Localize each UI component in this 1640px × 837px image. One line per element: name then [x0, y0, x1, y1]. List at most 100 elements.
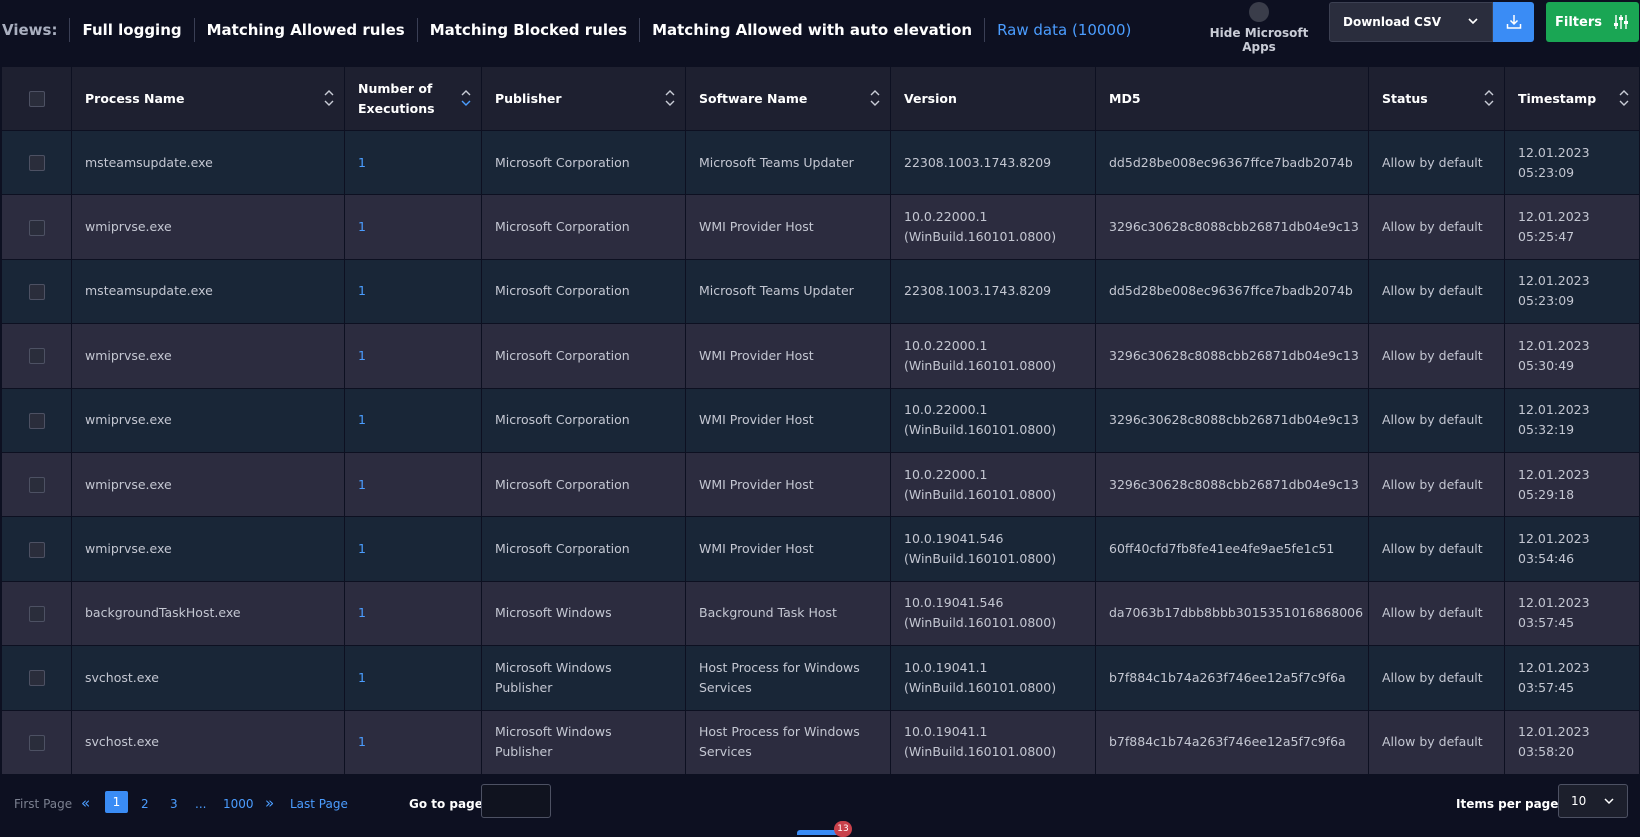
- column-header-publisher[interactable]: Publisher: [481, 66, 686, 131]
- column-header-process-name[interactable]: Process Name: [71, 66, 345, 131]
- table-row[interactable]: wmiprvse.exe 1 Microsoft Corporation WMI…: [1, 451, 1640, 518]
- view-tab-full-logging[interactable]: Full logging: [69, 18, 193, 42]
- process-name-cell: wmiprvse.exe: [71, 194, 345, 260]
- column-header-number-of-executions[interactable]: Number of Executions: [344, 66, 482, 131]
- executions-link[interactable]: 1: [344, 194, 482, 260]
- process-name-cell: wmiprvse.exe: [71, 516, 345, 582]
- top-bar: Views: Full logging Matching Allowed rul…: [0, 0, 1640, 62]
- row-checkbox[interactable]: [28, 541, 45, 558]
- items-per-page-label: Items per page:: [1456, 797, 1564, 811]
- table-row[interactable]: svchost.exe 1 Microsoft Windows Publishe…: [1, 709, 1640, 775]
- publisher-cell: Microsoft Corporation: [481, 129, 686, 196]
- table-header-row: Process Name Number of Executions Publis…: [1, 66, 1640, 131]
- executions-link[interactable]: 1: [344, 129, 482, 196]
- view-tab-matching-allowed[interactable]: Matching Allowed rules: [193, 18, 417, 42]
- table-row[interactable]: msteamsupdate.exe 1 Microsoft Corporatio…: [1, 258, 1640, 325]
- process-name-cell: wmiprvse.exe: [71, 323, 345, 389]
- table-row[interactable]: msteamsupdate.exe 1 Microsoft Corporatio…: [1, 129, 1640, 196]
- table-row[interactable]: backgroundTaskHost.exe 1 Microsoft Windo…: [1, 580, 1640, 647]
- executions-link[interactable]: 1: [344, 258, 482, 325]
- status-cell: Allow by default: [1368, 709, 1505, 775]
- row-checkbox[interactable]: [28, 219, 45, 236]
- double-chevron-right-icon[interactable]: »: [265, 794, 274, 812]
- sort-icon[interactable]: [324, 89, 334, 107]
- timestamp-date: 12.01.2023: [1518, 595, 1590, 611]
- row-checkbox[interactable]: [28, 477, 45, 494]
- page-1000-button[interactable]: 1000: [223, 797, 254, 811]
- filters-button[interactable]: Filters: [1546, 2, 1639, 42]
- executions-link[interactable]: 1: [344, 580, 482, 647]
- column-header-timestamp[interactable]: Timestamp: [1504, 66, 1640, 131]
- publisher-cell: Microsoft Corporation: [481, 194, 686, 260]
- row-select-cell: [1, 323, 72, 389]
- executions-link[interactable]: 1: [344, 451, 482, 518]
- column-header-md5: MD5: [1095, 66, 1369, 131]
- sort-icon[interactable]: [1619, 89, 1629, 107]
- publisher-cell: Microsoft Windows Publisher: [481, 709, 686, 775]
- row-checkbox[interactable]: [28, 155, 45, 172]
- download-button[interactable]: [1493, 2, 1534, 42]
- column-header-status[interactable]: Status: [1368, 66, 1505, 131]
- timestamp-date: 12.01.2023: [1518, 209, 1590, 225]
- download-format-select[interactable]: Download CSV: [1329, 2, 1493, 42]
- software-name-cell: Microsoft Teams Updater: [685, 129, 891, 196]
- column-label: Process Name: [85, 90, 185, 106]
- last-page-link[interactable]: Last Page: [290, 797, 348, 811]
- row-checkbox[interactable]: [28, 670, 45, 687]
- page-1-button[interactable]: 1: [105, 791, 128, 813]
- timestamp-time: 05:30:49: [1518, 357, 1575, 373]
- row-select-cell: [1, 580, 72, 647]
- view-tab-raw-data[interactable]: Raw data (10000): [984, 18, 1143, 42]
- executions-link[interactable]: 1: [344, 709, 482, 775]
- md5-cell: 3296c30628c8088cbb26871db04e9c13: [1095, 194, 1369, 260]
- status-cell: Allow by default: [1368, 645, 1505, 711]
- timestamp-date: 12.01.2023: [1518, 273, 1590, 289]
- sort-icon[interactable]: [870, 89, 880, 107]
- items-per-page-select[interactable]: 10: [1558, 784, 1628, 818]
- page-2-button[interactable]: 2: [141, 797, 149, 811]
- timestamp-cell: 12.01.2023 05:25:47: [1504, 194, 1640, 260]
- select-all-checkbox[interactable]: [28, 91, 45, 107]
- column-label: Publisher: [495, 90, 562, 106]
- table-row[interactable]: wmiprvse.exe 1 Microsoft Corporation WMI…: [1, 194, 1640, 260]
- executions-link[interactable]: 1: [344, 516, 482, 582]
- table-row[interactable]: svchost.exe 1 Microsoft Windows Publishe…: [1, 645, 1640, 711]
- process-name-cell: wmiprvse.exe: [71, 387, 345, 453]
- chevron-down-icon: [1604, 798, 1614, 805]
- sort-icon[interactable]: [665, 89, 675, 107]
- executions-link[interactable]: 1: [344, 645, 482, 711]
- status-cell: Allow by default: [1368, 516, 1505, 582]
- version-cell: 10.0.22000.1 (WinBuild.160101.0800): [890, 451, 1096, 518]
- view-tab-allowed-auto-elevation[interactable]: Matching Allowed with auto elevation: [639, 18, 984, 42]
- go-to-page-input[interactable]: [481, 784, 551, 818]
- executions-link[interactable]: 1: [344, 323, 482, 389]
- row-checkbox[interactable]: [28, 348, 45, 365]
- hide-microsoft-apps[interactable]: Hide Microsoft Apps: [1200, 2, 1318, 54]
- sort-icon[interactable]: [1484, 89, 1494, 107]
- timestamp-time: 05:23:09: [1518, 164, 1575, 180]
- md5-cell: da7063b17dbb8bbb3015351016868006: [1095, 580, 1369, 647]
- row-checkbox[interactable]: [28, 283, 45, 300]
- row-checkbox[interactable]: [28, 412, 45, 429]
- executions-link[interactable]: 1: [344, 387, 482, 453]
- column-header-software-name[interactable]: Software Name: [685, 66, 891, 131]
- double-chevron-left-icon[interactable]: «: [81, 794, 90, 812]
- timestamp-cell: 12.01.2023 03:54:46: [1504, 516, 1640, 582]
- process-name-cell: svchost.exe: [71, 709, 345, 775]
- sort-icon[interactable]: [461, 89, 471, 107]
- table-row[interactable]: wmiprvse.exe 1 Microsoft Corporation WMI…: [1, 387, 1640, 453]
- status-cell: Allow by default: [1368, 580, 1505, 647]
- row-checkbox[interactable]: [28, 605, 45, 622]
- version-cell: 10.0.19041.546 (WinBuild.160101.0800): [890, 580, 1096, 647]
- table-row[interactable]: wmiprvse.exe 1 Microsoft Corporation WMI…: [1, 323, 1640, 389]
- status-cell: Allow by default: [1368, 194, 1505, 260]
- software-name-cell: WMI Provider Host: [685, 323, 891, 389]
- row-checkbox[interactable]: [28, 734, 45, 751]
- md5-cell: 3296c30628c8088cbb26871db04e9c13: [1095, 451, 1369, 518]
- view-tab-matching-blocked[interactable]: Matching Blocked rules: [416, 18, 639, 42]
- hide-microsoft-apps-toggle[interactable]: [1249, 2, 1269, 22]
- page-3-button[interactable]: 3: [170, 797, 178, 811]
- md5-cell: 3296c30628c8088cbb26871db04e9c13: [1095, 323, 1369, 389]
- table-row[interactable]: wmiprvse.exe 1 Microsoft Corporation WMI…: [1, 516, 1640, 582]
- first-page-link[interactable]: First Page: [14, 797, 72, 811]
